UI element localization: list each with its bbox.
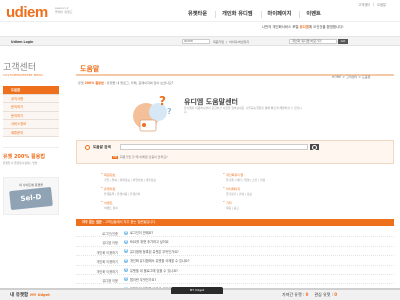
sidebar-item-partnership[interactable]: 제휴문의 bbox=[3, 128, 59, 137]
help-search-panel: 도움말 검색 TIP 회원가입 할 때 이메일 인증이 안되요? bbox=[76, 140, 394, 164]
udget-counts: 가져간 유젯 : 0 관심 유젯 : 0 bbox=[282, 292, 338, 297]
banner-title-b: 200% 활용법 bbox=[13, 154, 45, 160]
tip-badge: TIP bbox=[112, 156, 118, 159]
my-udget-sub: MY Udget bbox=[30, 293, 50, 297]
sel-d-badge: Sel-D bbox=[9, 186, 53, 211]
question-icon: Q bbox=[124, 268, 128, 273]
svg-text:?: ? bbox=[159, 94, 166, 108]
faq-category: 유디엠 이용 bbox=[102, 278, 118, 283]
faq-row[interactable]: 개인화 이용하기 Q 유젯을 내 블로그에 담을 수 있나요? bbox=[76, 266, 394, 275]
my-udget-bar: 내 유젯함 MY Udget MY Udget 가져간 유젯 : 0 관심 유젯 … bbox=[0, 287, 400, 300]
quick-nav-go-button[interactable]: GO bbox=[338, 39, 348, 44]
faq-list: 로그인/인증 Q 로그인이 안돼요? 유디엠 이용 Q RSS를 위젯 추가하고 싶… bbox=[76, 228, 394, 294]
search-icon bbox=[85, 145, 90, 150]
login-label: Udiem Login bbox=[11, 40, 34, 44]
quick-nav-select[interactable]: 개인화 유디엠 바로가기 bbox=[289, 39, 337, 44]
help-search-input[interactable] bbox=[120, 144, 308, 150]
breadcrumb: HOME > 고객센터 > 도움말 bbox=[332, 75, 371, 79]
faq-row[interactable]: 유디엠 이용 Q RSS를 위젯 추가하고 싶어요 bbox=[76, 237, 394, 247]
sidebar-subtitle: CUSTOMERCENTER MENU bbox=[3, 73, 43, 77]
category-etc[interactable]: 기타 제휴 | 광고 bbox=[223, 200, 239, 210]
question-icon: Q bbox=[124, 277, 128, 282]
faq-category: 유디엠 이용 bbox=[102, 241, 118, 246]
logo-sub-2: 플레이 유앤드 bbox=[55, 10, 73, 14]
faq-question: 유디엠에 등록된 유젯은 무엇인가요? bbox=[130, 249, 179, 254]
util-links: 고객센터 | 도움말 bbox=[358, 2, 386, 7]
tip-text: 회원가입 할 때 이메일 인증이 안되요? bbox=[119, 155, 168, 159]
faq-question: 로그인이 안돼요? bbox=[130, 231, 154, 235]
util-link-help[interactable]: 도움말 bbox=[377, 2, 386, 7]
login-links: 회원가입 | 아이디/비번찾기 bbox=[213, 40, 250, 44]
notice-bold: 200% 활용법 bbox=[84, 81, 104, 85]
category-member[interactable]: 회원정보 가입 | 탈퇴 | 회원정보 | 비밀번호 | 개인정보 bbox=[101, 172, 156, 182]
faq-row[interactable]: 로그인/인증 Q 로그인이 안돼요? bbox=[76, 228, 394, 238]
sidebar-item-service-info[interactable]: 서비스정보 bbox=[3, 120, 59, 129]
sidebar-item-inquiry-2[interactable]: 문의하기 bbox=[3, 111, 59, 120]
util-link-support[interactable]: 고객센터 bbox=[358, 2, 370, 7]
banner-text: 유젯을 더 즐겁게 사용하는 방법 bbox=[3, 162, 38, 165]
nav-mypage[interactable]: 마이페이지 bbox=[260, 11, 298, 18]
interest-udget-count: 0 bbox=[334, 292, 338, 297]
faq-question: 개인화 유디엠에서 유젯을 삭제할 수 있나요? bbox=[130, 259, 190, 264]
signup-link[interactable]: 회원가입 bbox=[213, 40, 224, 44]
hero-desc: 유디엠을 이용하시면서 궁금하신 사항을 찾아보세요. 자주묻는질문을 통해 빠… bbox=[184, 106, 302, 114]
sidebar-menu: 도움말 공지사항 문의하기 문의하기 서비스정보 제휴문의 bbox=[3, 86, 59, 137]
faq-category: 개인화 이용하기 bbox=[96, 250, 118, 255]
question-icon: Q bbox=[124, 239, 128, 244]
login-id-input[interactable]: ID/PW bbox=[182, 39, 210, 44]
main-nav: 유젯타운 개인화 유디엠 마이페이지 이벤트 bbox=[182, 11, 327, 18]
search-label: 도움말 검색 bbox=[93, 145, 111, 149]
search-tip[interactable]: TIP 회원가입 할 때 이메일 인증이 안되요? bbox=[112, 155, 168, 159]
promo-highlight: 유디엠 bbox=[299, 25, 309, 29]
logo-season: season 2 플레이 유앤드 bbox=[55, 6, 73, 14]
faq-header-title: 자주 묻는 질문 bbox=[82, 220, 102, 224]
search-button[interactable] bbox=[310, 144, 319, 150]
faq-row[interactable]: 개인화 이용하기 Q 개인화 유디엠에서 유젯을 삭제할 수 있나요? bbox=[76, 256, 394, 266]
faq-header: 자주 묻는 질문 - 고객님들께서 자주 묻는 질문들입니다. bbox=[76, 219, 394, 226]
login-bar: Udiem Login ID/PW 회원가입 | 아이디/비번찾기 개인화 유디… bbox=[0, 37, 400, 46]
category-personal-udiem[interactable]: 개인화유디엠 유디엠 | 메인 | 위젯 | 스킨 | 설정 bbox=[223, 172, 265, 182]
faq-question: RSS를 위젯 추가하고 싶어요 bbox=[130, 240, 169, 245]
promo-text: 나만의 개인화서비스 포털 유디엠에 오신것을 환영합니다! bbox=[262, 25, 344, 29]
faq-category: 로그인/인증 bbox=[102, 232, 118, 236]
category-udget-town[interactable]: 유젯타운 유젯등록 | 유젯이용 | 유젯관리 bbox=[101, 186, 140, 196]
udget-tips-banner[interactable]: 유젯 200% 활용법 유젯을 더 즐겁게 사용하는 방법 bbox=[3, 147, 59, 175]
faq-header-text: - 고객님들께서 자주 묻는 질문들입니다. bbox=[101, 220, 156, 224]
nav-event[interactable]: 이벤트 bbox=[299, 11, 326, 18]
nav-udget-town[interactable]: 유젯타운 bbox=[182, 11, 213, 18]
faq-question: 탭이란 무엇인가요? bbox=[130, 277, 157, 282]
sidebar-title: 고객센터 bbox=[3, 62, 37, 72]
sel-d-banner[interactable]: 내 사이트에 유젯을 Sel-D bbox=[3, 177, 59, 215]
sidebar-item-inquiry[interactable]: 문의하기 bbox=[3, 103, 59, 112]
my-udget-title: 내 유젯함 MY Udget bbox=[10, 293, 50, 298]
help-illustration-icon: ? ? bbox=[133, 94, 172, 132]
taken-udget-count: 0 bbox=[305, 292, 309, 297]
nav-sub-bar: 나만의 개인화서비스 포털 유디엠에 오신것을 환영합니다! bbox=[0, 21, 400, 37]
notice-line[interactable]: 유젯 200% 활용법 : 유젯을 내 블로그, 카페, 홈페이지에 담아 보셨… bbox=[76, 80, 306, 87]
sidebar-item-help[interactable]: 도움말 bbox=[3, 86, 59, 95]
category-mypage[interactable]: 마이페이지 즐겨찾기 | 관심 | 정보 bbox=[223, 186, 252, 196]
faq-question: 유젯을 내 블로그에 담을 수 있나요? bbox=[130, 268, 178, 273]
site-logo[interactable]: udiem bbox=[6, 4, 48, 21]
main-content: 도움말 유젯 200% 활용법 : 유젯을 내 블로그, 카페, 홈페이지에 담… bbox=[76, 64, 394, 294]
nav-personal-udiem[interactable]: 개인화 유디엠 bbox=[215, 11, 258, 18]
faq-category: 개인화 이용하기 bbox=[96, 269, 118, 274]
sidebar: 고객센터 CUSTOMERCENTER MENU 도움말 공지사항 문의하기 문… bbox=[3, 62, 59, 215]
question-icon: Q bbox=[124, 249, 128, 254]
faq-row[interactable]: 유디엠 이용 Q 탭이란 무엇인가요? bbox=[76, 275, 394, 285]
my-udget-toggle-tab[interactable]: MY Udget bbox=[171, 287, 223, 294]
question-icon: Q bbox=[124, 258, 128, 263]
faq-category: 개인화 이용하기 bbox=[96, 260, 118, 265]
svg-text:?: ? bbox=[167, 107, 172, 116]
faq-row[interactable]: 개인화 이용하기 Q 유디엠에 등록된 유젯은 무엇인가요? bbox=[76, 247, 394, 257]
find-account-link[interactable]: 아이디/비번찾기 bbox=[229, 40, 249, 44]
help-hero: ? ? 유디엠 도움말센터 유디엠을 이용하시면서 궁금하신 사항을 찾아보세요… bbox=[76, 92, 394, 136]
question-icon: Q bbox=[124, 230, 128, 235]
sidebar-item-notice[interactable]: 공지사항 bbox=[3, 94, 59, 103]
category-event[interactable]: 이벤트 이벤트 참여 bbox=[101, 200, 118, 210]
site-header: udiem season 2 플레이 유앤드 고객센터 | 도움말 유젯타운 개… bbox=[0, 0, 400, 37]
